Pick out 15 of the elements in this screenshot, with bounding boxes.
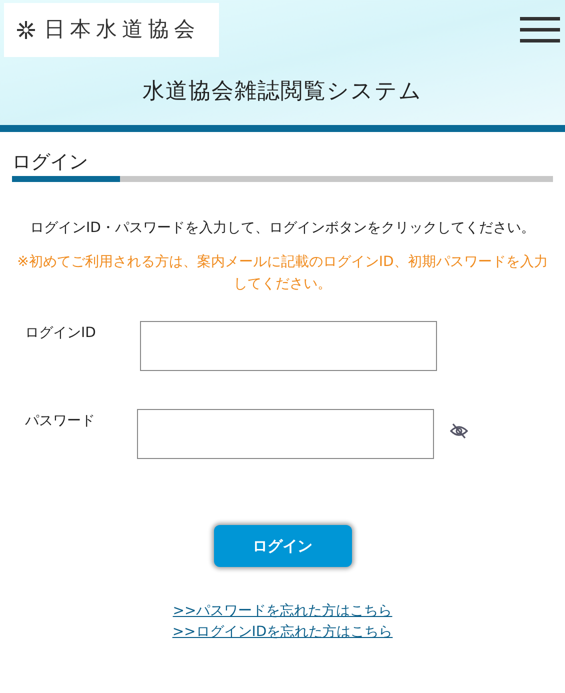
link[interactable]: >>パスワードを忘れた方はこちら (172, 601, 392, 622)
instruction-text: ログインID・パスワードを入力して、ログインボタンをクリックしてください。 (29, 219, 536, 238)
link[interactable]: >>ログインIDを忘れた方はこちら (172, 622, 393, 643)
asterisk-icon (16, 20, 36, 40)
logo[interactable]: 日本水道協会 (4, 3, 219, 57)
password-field[interactable] (137, 409, 434, 459)
logo-text: 日本水道協会 (44, 16, 200, 44)
site-title: 水道協会雑誌閲覧システム (142, 78, 424, 106)
field-label: ログインID (24, 324, 97, 343)
menu-icon[interactable] (520, 17, 560, 43)
eye-slash-icon[interactable] (450, 423, 468, 439)
section-title: ログイン (12, 150, 89, 174)
field-label: パスワード (24, 412, 96, 431)
notice-text: ※初めてご利用される方は、案内メールに記載のログインID、初期パスワードを入力してください。 (16, 253, 549, 294)
login-id-field[interactable] (140, 321, 437, 371)
